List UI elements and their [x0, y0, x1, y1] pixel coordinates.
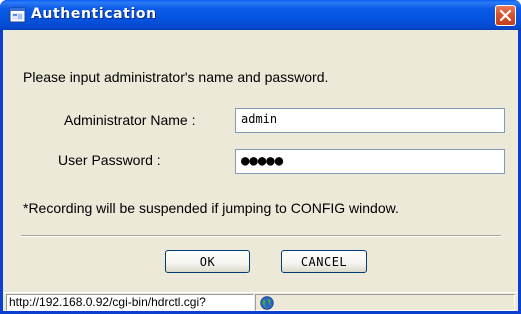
close-button[interactable]: [495, 5, 516, 26]
authentication-window: Authentication Please input administrato…: [0, 0, 521, 314]
window-app-icon: [9, 7, 26, 23]
instruction-text: Please input administrator's name and pa…: [23, 69, 329, 85]
window-title: Authentication: [31, 6, 157, 22]
dialog-body: Please input administrator's name and pa…: [3, 30, 518, 292]
title-bar[interactable]: Authentication: [0, 0, 521, 30]
password-field[interactable]: ●●●●●: [235, 149, 505, 174]
password-label: User Password :: [58, 152, 161, 168]
divider: [21, 235, 501, 237]
recording-note: *Recording will be suspended if jumping …: [23, 200, 399, 216]
admin-name-label: Administrator Name :: [64, 112, 196, 128]
ok-button[interactable]: OK: [165, 250, 250, 273]
admin-name-field[interactable]: admin: [235, 108, 505, 133]
globe-icon: [260, 296, 274, 310]
status-zone: [255, 294, 515, 311]
cancel-button[interactable]: CANCEL: [281, 250, 367, 273]
close-icon: [499, 9, 512, 22]
status-bar: http://192.168.0.92/cgi-bin/hdrctl.cgi?: [3, 292, 518, 311]
status-url: http://192.168.0.92/cgi-bin/hdrctl.cgi?: [6, 294, 254, 311]
